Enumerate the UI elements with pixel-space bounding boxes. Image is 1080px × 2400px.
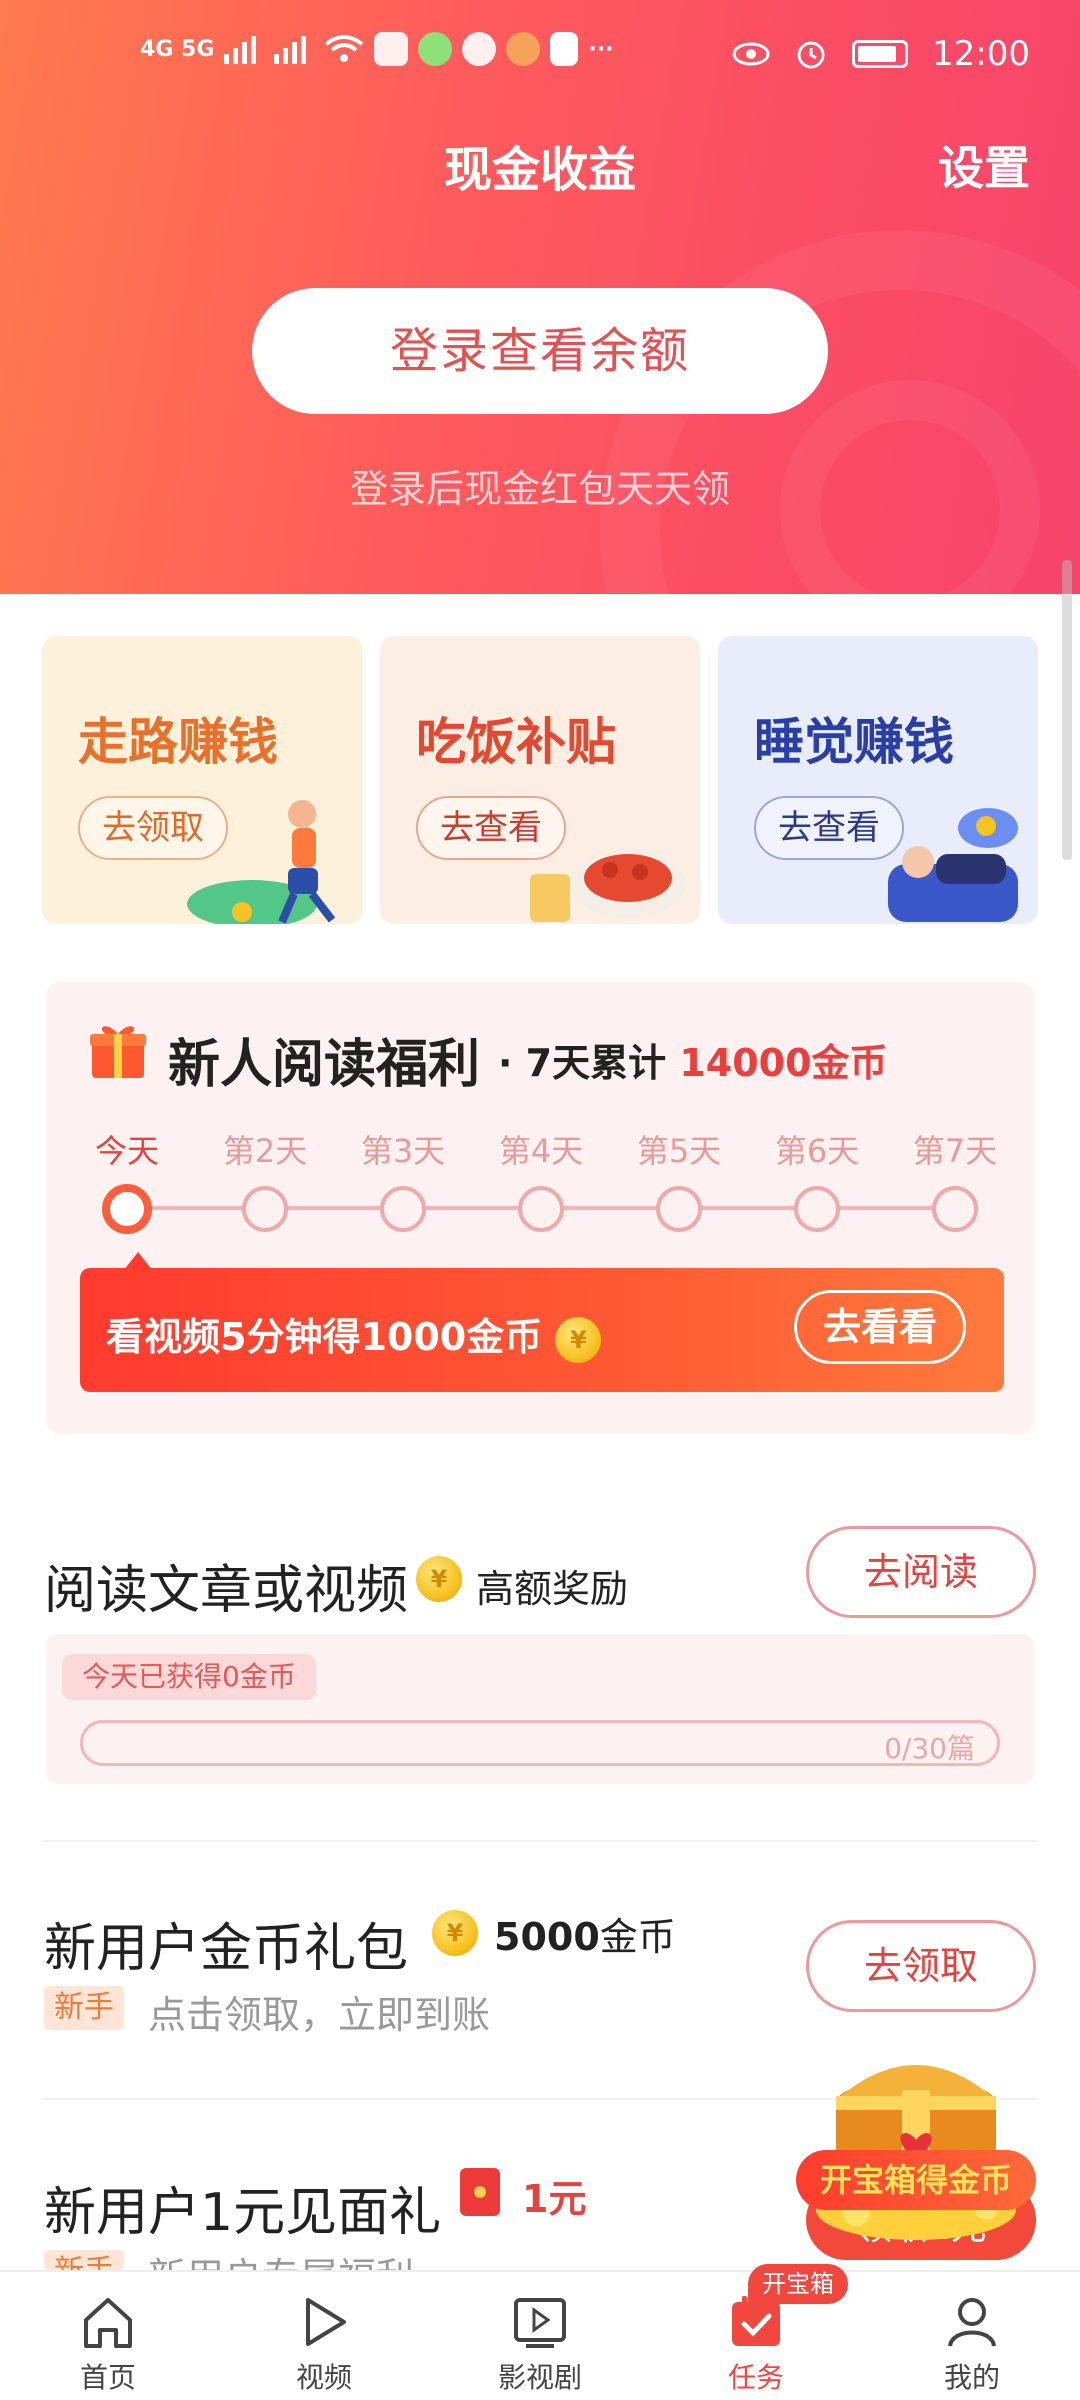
more-icon: ··· bbox=[588, 36, 614, 62]
coin-icon: ¥ bbox=[432, 1910, 478, 1956]
day-label: 第7天 bbox=[912, 1132, 998, 1170]
card-title: 睡觉赚钱 bbox=[754, 713, 954, 771]
runner-illustration bbox=[187, 800, 336, 924]
app-notification-icon bbox=[374, 32, 409, 66]
meet-desc: 新用户专属福利 bbox=[148, 2246, 414, 2270]
app-notification-icon bbox=[418, 32, 453, 66]
treasure-chest-icon[interactable] bbox=[796, 2020, 1036, 2260]
day-dot bbox=[380, 1186, 426, 1232]
gift-amount-value: 5000 bbox=[494, 1915, 600, 1959]
home-icon bbox=[84, 2298, 132, 2348]
page-title: 现金收益 bbox=[443, 142, 636, 198]
day-dot bbox=[242, 1186, 288, 1232]
progress-count: 0/30篇 bbox=[884, 1732, 975, 1765]
login-subtitle: 登录后现金红包天天领 bbox=[349, 467, 730, 511]
welfare-subtitle-prefix: · 7天累计 bbox=[498, 1041, 667, 1085]
gift-desc: 点击领取，立即到账 bbox=[148, 1993, 491, 2037]
day-dot bbox=[656, 1186, 702, 1232]
bottom-nav: 首页 视频 影视剧 开宝箱 任务 我的 bbox=[0, 2264, 1080, 2400]
red-packet-icon bbox=[460, 2168, 500, 2216]
nav-label: 视频 bbox=[295, 2361, 352, 2394]
user-icon bbox=[948, 2298, 996, 2347]
reading-welfare-panel: 新人阅读福利 · 7天累计 14000金币 今天 第2天 第3天 第4天 第5天… bbox=[46, 982, 1034, 1434]
banner-text: 看视频5分钟得1000金币 bbox=[106, 1315, 543, 1359]
nav-label: 任务 bbox=[727, 2361, 784, 2394]
newbie-tag: 新手 bbox=[44, 2250, 124, 2270]
meet-amount: 1元 bbox=[522, 2177, 587, 2221]
day-dot-active bbox=[102, 1184, 152, 1234]
today-earned-label: 今天已获得0金币 bbox=[62, 1654, 316, 1700]
welfare-subtitle: · 7天累计 14000金币 bbox=[498, 1032, 888, 1087]
nav-label: 影视剧 bbox=[497, 2361, 582, 2394]
coin-icon: ¥ bbox=[416, 1556, 462, 1602]
scrollbar[interactable] bbox=[1062, 560, 1072, 860]
watch-button[interactable]: 去看看 bbox=[794, 1290, 966, 1364]
nav-home[interactable]: 首页 bbox=[0, 2272, 216, 2400]
battery-icon bbox=[852, 40, 909, 68]
signal-icon bbox=[224, 36, 257, 64]
gift-icon bbox=[90, 1026, 146, 1078]
status-right: 12:00 bbox=[732, 34, 1030, 74]
sleep-earn-card[interactable]: 睡觉赚钱 去查看 bbox=[718, 636, 1038, 924]
app-notification-icon bbox=[506, 32, 541, 66]
day-label: 第4天 bbox=[498, 1132, 584, 1170]
read-task-title: 阅读文章或视频 bbox=[44, 1561, 409, 1621]
card-title: 走路赚钱 bbox=[78, 713, 278, 771]
signal-icon-2 bbox=[274, 36, 307, 64]
divider bbox=[42, 1840, 1038, 1842]
read-progress-bar: 0/30篇 bbox=[80, 1720, 1000, 1766]
read-progress-box: 今天已获得0金币 0/30篇 bbox=[46, 1634, 1034, 1784]
welfare-subtitle-amount: 14000金币 bbox=[679, 1041, 888, 1085]
clock: 12:00 bbox=[932, 34, 1030, 74]
food-illustration bbox=[530, 850, 686, 922]
meet-task-title: 新用户1元见面礼 bbox=[44, 2183, 442, 2243]
eye-icon bbox=[732, 42, 770, 66]
nav-video[interactable]: 视频 bbox=[216, 2272, 432, 2400]
nav-label: 首页 bbox=[79, 2361, 136, 2394]
day-dot bbox=[794, 1186, 840, 1232]
card-title: 吃饭补贴 bbox=[416, 713, 616, 771]
play-icon bbox=[306, 2298, 346, 2346]
nav-label: 我的 bbox=[943, 2361, 1000, 2394]
nav-task[interactable]: 开宝箱 任务 bbox=[648, 2264, 864, 2400]
welfare-title: 新人阅读福利 bbox=[168, 1035, 481, 1095]
status-left: 4G 5G ··· bbox=[140, 32, 613, 66]
day-dot bbox=[932, 1186, 978, 1232]
treasure-label: 开宝箱得金币 bbox=[796, 2150, 1036, 2210]
walk-earn-card[interactable]: 走路赚钱 去领取 bbox=[42, 636, 362, 924]
read-button[interactable]: 去阅读 bbox=[806, 1526, 1036, 1618]
banner-text-wrap: 看视频5分钟得1000金币 ¥ bbox=[106, 1306, 602, 1363]
gift-amount-unit: 金币 bbox=[599, 1915, 676, 1959]
gift-amount: 5000金币 bbox=[494, 1906, 676, 1961]
nav-mine[interactable]: 我的 bbox=[864, 2272, 1080, 2400]
message-icon bbox=[462, 32, 497, 66]
day-label: 第2天 bbox=[222, 1132, 308, 1170]
coin-icon: ¥ bbox=[555, 1316, 602, 1363]
nav-badge: 开宝箱 bbox=[748, 2264, 848, 2304]
status-bar: 4G 5G ··· 12:00 bbox=[0, 28, 1080, 100]
watch-video-banner[interactable]: 看视频5分钟得1000金币 ¥ 去看看 bbox=[80, 1268, 1004, 1392]
newbie-tag: 新手 bbox=[44, 1986, 124, 2030]
book-icon bbox=[550, 32, 579, 66]
tv-play-icon bbox=[514, 2298, 566, 2348]
network-label: 4G 5G bbox=[140, 36, 215, 62]
claim-gift-button[interactable]: 去领取 bbox=[806, 1920, 1036, 2012]
login-button[interactable]: 登录查看余额 bbox=[252, 288, 828, 414]
day-label: 第6天 bbox=[774, 1132, 860, 1170]
nav-drama[interactable]: 影视剧 bbox=[432, 2272, 648, 2400]
gift-task-title: 新用户金币礼包 bbox=[44, 1919, 409, 1979]
meal-subsidy-card[interactable]: 吃饭补贴 去查看 bbox=[380, 636, 700, 924]
header: 4G 5G ··· 12:00 现金收益 设置 登录查看余额 登录后现金红包天天… bbox=[0, 0, 1080, 594]
alarm-icon bbox=[797, 41, 825, 69]
day-label: 今天 bbox=[94, 1132, 159, 1170]
read-task-extra: 高额奖励 bbox=[476, 1567, 629, 1611]
day-label: 第3天 bbox=[360, 1132, 446, 1170]
settings-button[interactable]: 设置 bbox=[938, 132, 1030, 198]
day-label: 第5天 bbox=[636, 1132, 722, 1170]
sleep-illustration bbox=[888, 808, 1018, 922]
day-dot bbox=[518, 1186, 564, 1232]
wifi-icon bbox=[325, 35, 364, 62]
